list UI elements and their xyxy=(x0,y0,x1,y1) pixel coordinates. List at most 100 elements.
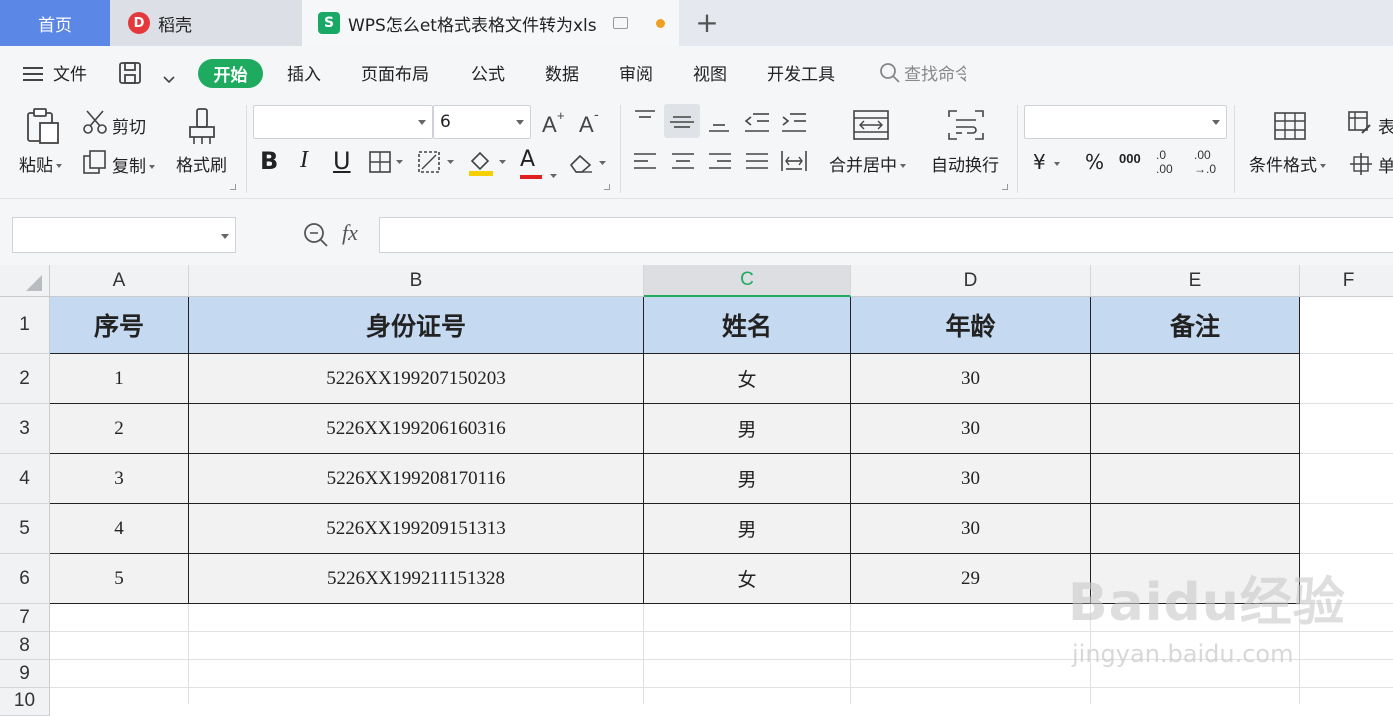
font-size-select[interactable]: 6 xyxy=(433,105,531,139)
row-header-4[interactable]: 4 xyxy=(0,454,50,504)
decrease-font-size-icon[interactable]: A- xyxy=(578,106,604,139)
bold-button[interactable]: B xyxy=(260,147,278,175)
column-header-a[interactable]: A xyxy=(50,265,189,297)
tab-daoke[interactable]: D 稻壳 xyxy=(110,0,302,46)
data-cell[interactable]: 5226XX199209151313 xyxy=(189,504,644,554)
row-header-1[interactable]: 1 xyxy=(0,297,50,354)
column-header-c[interactable]: C xyxy=(644,265,851,297)
align-right-icon[interactable] xyxy=(707,151,733,179)
align-middle-icon[interactable] xyxy=(664,104,700,138)
copy-icon[interactable] xyxy=(82,149,108,179)
data-cell[interactable]: 5 xyxy=(50,554,189,604)
data-cell[interactable]: 4 xyxy=(50,504,189,554)
number-format-select[interactable] xyxy=(1024,105,1227,139)
cell-button[interactable]: 单 xyxy=(1378,152,1393,177)
data-cell[interactable]: 5226XX199206160316 xyxy=(189,404,644,454)
data-cell[interactable]: 女 xyxy=(644,554,851,604)
data-cell[interactable] xyxy=(1091,504,1300,554)
font-family-select[interactable] xyxy=(253,105,433,139)
increase-indent-icon[interactable] xyxy=(780,111,808,139)
menu-review[interactable]: 审阅 xyxy=(619,60,653,85)
align-left-icon[interactable] xyxy=(632,151,658,179)
data-cell[interactable]: 30 xyxy=(851,354,1091,404)
menu-start[interactable]: 开始 xyxy=(198,59,263,88)
wrap-text-icon[interactable] xyxy=(947,109,985,145)
column-header-e[interactable]: E xyxy=(1091,265,1300,297)
row-header-8[interactable]: 8 xyxy=(0,632,50,660)
save-icon[interactable] xyxy=(118,61,142,89)
row-header-3[interactable]: 3 xyxy=(0,404,50,454)
alignment-group-expander[interactable] xyxy=(1002,184,1008,190)
hamburger-menu-icon[interactable] xyxy=(22,65,44,87)
menu-data[interactable]: 数据 xyxy=(545,60,579,85)
decrease-decimal-button[interactable]: .00 →.0 xyxy=(1194,148,1224,176)
cell-fill-pattern-icon[interactable] xyxy=(418,151,456,179)
underline-button[interactable]: U xyxy=(333,147,351,175)
row-header-5[interactable]: 5 xyxy=(0,504,50,554)
align-bottom-icon[interactable] xyxy=(706,115,732,139)
row-header-9[interactable]: 9 xyxy=(0,660,50,688)
insert-function-button[interactable]: fx xyxy=(342,220,358,246)
column-header-b[interactable]: B xyxy=(189,265,644,297)
percent-format-button[interactable]: % xyxy=(1085,150,1104,174)
cut-icon[interactable] xyxy=(82,109,108,139)
add-tab-button[interactable]: + xyxy=(692,6,722,39)
header-cell-id-number[interactable]: 身份证号 xyxy=(189,297,644,354)
cut-button[interactable]: 剪切 xyxy=(112,113,146,138)
select-all-corner[interactable] xyxy=(0,265,50,297)
menu-insert[interactable]: 插入 xyxy=(287,60,321,85)
paste-button[interactable]: 粘贴 xyxy=(19,151,62,176)
data-cell[interactable]: 3 xyxy=(50,454,189,504)
data-cell[interactable] xyxy=(1091,454,1300,504)
align-center-icon[interactable] xyxy=(670,151,696,179)
increase-decimal-button[interactable]: .0 .00 xyxy=(1156,148,1186,176)
data-cell[interactable]: 29 xyxy=(851,554,1091,604)
menu-view[interactable]: 视图 xyxy=(693,60,727,85)
header-cell-index[interactable]: 序号 xyxy=(50,297,189,354)
merge-center-icon[interactable] xyxy=(852,109,890,145)
search-commands-input[interactable]: 查找命令 xyxy=(904,60,966,85)
row-header-6[interactable]: 6 xyxy=(0,554,50,604)
data-cell[interactable]: 5226XX199211151328 xyxy=(189,554,644,604)
data-cell[interactable]: 女 xyxy=(644,354,851,404)
conditional-format-icon[interactable] xyxy=(1273,111,1307,145)
row-header-2[interactable]: 2 xyxy=(0,354,50,404)
clipboard-group-expander[interactable] xyxy=(230,184,236,190)
data-cell[interactable]: 男 xyxy=(644,404,851,454)
column-header-f[interactable]: F xyxy=(1300,265,1393,297)
table-style-button[interactable]: 表 xyxy=(1378,113,1393,138)
zoom-formula-icon[interactable] xyxy=(303,222,329,252)
menu-developer[interactable]: 开发工具 xyxy=(767,60,835,85)
cell-icon[interactable] xyxy=(1348,151,1374,181)
fill-color-icon[interactable] xyxy=(468,149,508,181)
row-header-10[interactable]: 10 xyxy=(0,688,50,716)
format-painter-button[interactable]: 格式刷 xyxy=(176,151,227,176)
wrap-text-button[interactable]: 自动换行 xyxy=(931,151,999,176)
data-cell[interactable]: 男 xyxy=(644,454,851,504)
table-style-icon[interactable] xyxy=(1348,111,1372,139)
thousands-separator-button[interactable]: 000 xyxy=(1119,151,1141,166)
distributed-align-icon[interactable] xyxy=(780,149,808,179)
menu-file[interactable]: 文件 xyxy=(53,60,87,85)
header-cell-name[interactable]: 姓名 xyxy=(644,297,851,354)
data-cell[interactable]: 5226XX199208170116 xyxy=(189,454,644,504)
data-cell[interactable]: 30 xyxy=(851,504,1091,554)
borders-icon[interactable] xyxy=(369,151,405,179)
menu-formula[interactable]: 公式 xyxy=(471,60,505,85)
column-header-d[interactable]: D xyxy=(851,265,1091,297)
align-top-icon[interactable] xyxy=(632,107,658,135)
name-box[interactable] xyxy=(12,217,236,253)
currency-format-button[interactable]: ¥ xyxy=(1033,150,1060,174)
copy-button[interactable]: 复制 xyxy=(112,152,155,177)
header-cell-notes[interactable]: 备注 xyxy=(1091,297,1300,354)
format-painter-icon[interactable] xyxy=(186,107,220,151)
data-cell[interactable] xyxy=(1091,354,1300,404)
row-header-7[interactable]: 7 xyxy=(0,604,50,632)
data-cell[interactable]: 2 xyxy=(50,404,189,454)
data-cell[interactable]: 30 xyxy=(851,404,1091,454)
quick-access-dropdown-icon[interactable] xyxy=(162,70,176,89)
font-group-expander[interactable] xyxy=(604,184,610,190)
data-cell[interactable]: 男 xyxy=(644,504,851,554)
paste-icon[interactable] xyxy=(24,107,62,149)
conditional-format-button[interactable]: 条件格式 xyxy=(1249,151,1326,176)
